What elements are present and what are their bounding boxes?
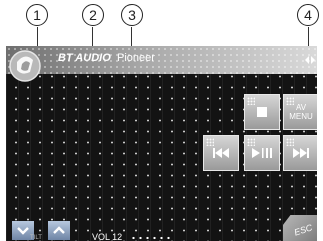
text-scroll-icon[interactable]: [304, 48, 316, 72]
button-texture: [286, 138, 294, 146]
button-texture: [206, 138, 214, 146]
next-track-button[interactable]: [283, 135, 317, 171]
chevron-up-icon: [53, 226, 65, 234]
esc-button[interactable]: ESC: [283, 215, 317, 241]
figure: 1 2 3 4 BT AUDIO Pioneer AV MENU TILT VO…: [0, 0, 323, 241]
source-title: BT AUDIO: [58, 52, 111, 64]
head-unit-screen: BT AUDIO Pioneer AV MENU TILT VOL 12 ESC: [6, 46, 317, 241]
callout-number: 4: [304, 7, 312, 23]
tilt-caption: TILT: [30, 235, 42, 241]
callout-number: 1: [33, 7, 41, 23]
callout-3: 3: [120, 3, 144, 27]
callout-number: 2: [89, 7, 97, 23]
source-icon-graphic: [9, 50, 41, 82]
source-icon[interactable]: [8, 48, 44, 84]
status-bar: [6, 46, 317, 74]
button-texture: [247, 138, 255, 146]
previous-track-button[interactable]: [203, 135, 239, 171]
av-menu-label: AV MENU: [289, 103, 313, 121]
chevron-down-icon: [17, 227, 29, 235]
volume-level-dots: [130, 236, 170, 240]
skip-previous-icon: [213, 148, 229, 158]
av-menu-line-2: MENU: [289, 112, 313, 121]
button-texture: [247, 97, 255, 105]
callout-2: 2: [81, 3, 105, 27]
skip-next-icon: [293, 148, 309, 158]
stop-icon: [257, 107, 267, 117]
play-pause-button[interactable]: [244, 135, 280, 171]
button-texture: [286, 97, 294, 105]
stop-button[interactable]: [244, 94, 280, 130]
callout-leader: [37, 27, 38, 46]
up-button[interactable]: [48, 221, 70, 240]
device-name: Pioneer: [117, 52, 155, 64]
callout-4: 4: [296, 3, 320, 27]
scroll-arrows-graphic: [305, 56, 315, 64]
volume-label: VOL 12: [92, 232, 123, 241]
av-menu-button[interactable]: AV MENU: [283, 94, 317, 130]
play-pause-icon: [252, 148, 272, 158]
esc-label: ESC: [292, 222, 314, 238]
callout-number: 3: [128, 7, 136, 23]
callout-1: 1: [25, 3, 49, 27]
